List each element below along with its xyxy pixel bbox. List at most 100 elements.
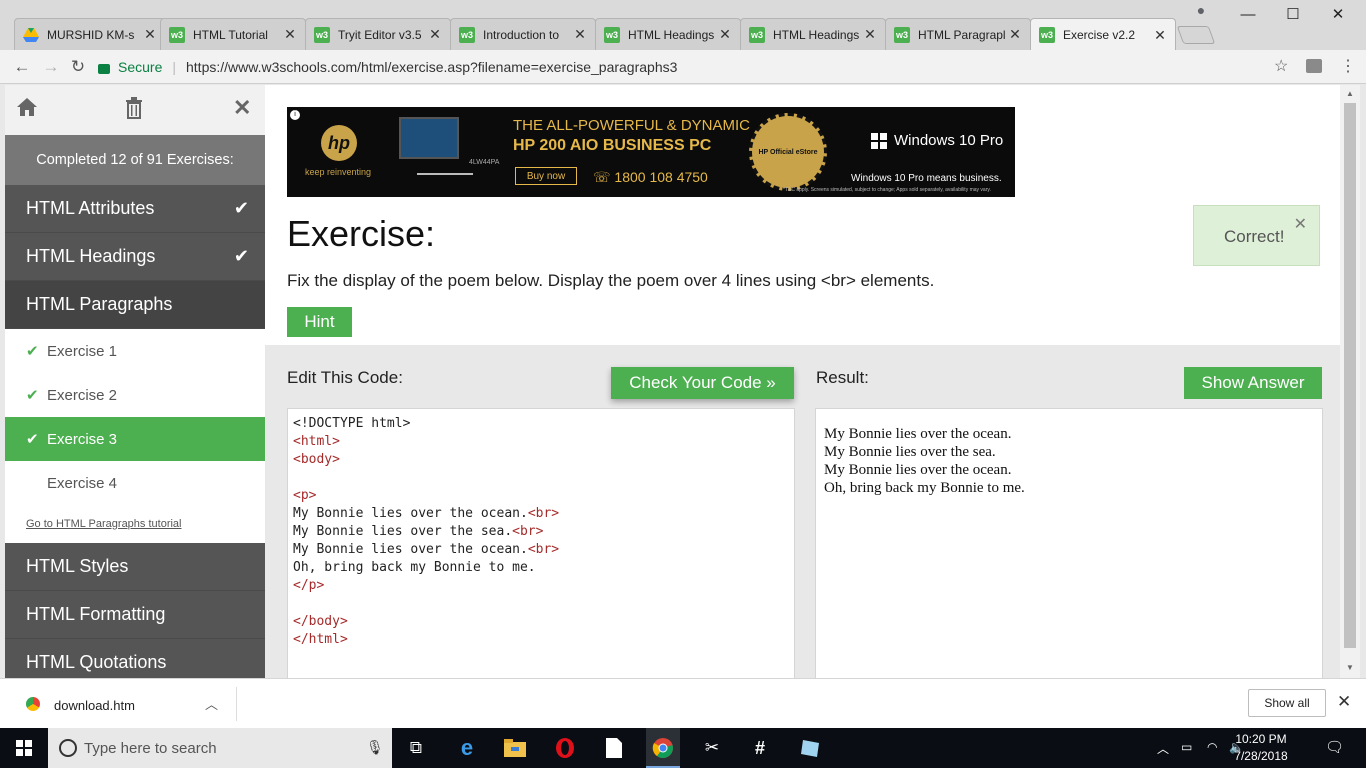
- url-text: https://www.w3schools.com/html/exercise.…: [186, 59, 678, 75]
- ad-choices-icon[interactable]: i: [290, 110, 300, 120]
- profile-icon[interactable]: ●: [1192, 2, 1210, 20]
- close-window-icon[interactable]: ✕: [1323, 4, 1353, 26]
- opera-icon[interactable]: [553, 736, 577, 760]
- sidebar-item-html-attributes[interactable]: HTML Attributes ✔: [5, 185, 265, 233]
- close-icon[interactable]: ✕: [428, 26, 442, 43]
- scrollbar-thumb[interactable]: [1344, 103, 1356, 648]
- exercise-item-1[interactable]: ✔ Exercise 1: [5, 329, 265, 373]
- wifi-icon[interactable]: ◠: [1207, 740, 1217, 754]
- taskbar-search[interactable]: Type here to search 🎙: [48, 728, 392, 768]
- sidebar-item-html-quotations[interactable]: HTML Quotations: [5, 639, 265, 678]
- code-line: My Bonnie lies over the ocean.<br>: [293, 542, 560, 557]
- close-icon[interactable]: ✕: [1153, 27, 1167, 44]
- document-icon[interactable]: [602, 736, 626, 760]
- task-view-icon[interactable]: ⧉: [404, 736, 428, 760]
- extension-icon[interactable]: [1306, 59, 1322, 73]
- lock-icon: [98, 64, 110, 74]
- close-icon[interactable]: ✕: [573, 26, 587, 43]
- file-explorer-icon[interactable]: [503, 736, 527, 760]
- exercise-instruction: Fix the display of the poem below. Displ…: [287, 271, 935, 290]
- sidebar-item-html-formatting[interactable]: HTML Formatting: [5, 591, 265, 639]
- sidebar-item-html-headings[interactable]: HTML Headings ✔: [5, 233, 265, 281]
- reload-icon[interactable]: ↻: [67, 56, 89, 78]
- browser-tab[interactable]: w3 Introduction to ✕: [450, 18, 596, 50]
- sidebar-item-html-styles[interactable]: HTML Styles: [5, 543, 265, 591]
- code-line: <p>: [293, 488, 317, 503]
- checkmark-icon: ✔: [26, 387, 39, 404]
- code-line: <!DOCTYPE html>: [293, 416, 411, 431]
- browser-tab[interactable]: w3 HTML Headings ✕: [595, 18, 741, 50]
- new-tab-button[interactable]: [1176, 26, 1216, 44]
- tutorial-link[interactable]: Go to HTML Paragraphs tutorial: [5, 505, 265, 543]
- sidebar-item-label: HTML Attributes: [26, 198, 155, 218]
- windows-taskbar: Type here to search 🎙 ⧉ e ✂ # ︿ ▭ ◠ 🔈 10…: [0, 728, 1366, 768]
- download-file-name[interactable]: download.htm: [54, 698, 135, 713]
- w3schools-icon: w3: [1039, 27, 1055, 43]
- trash-icon[interactable]: [125, 97, 143, 125]
- advertisement-banner[interactable]: i hp keep reinventing 4LW44PA THE ALL-PO…: [287, 107, 1015, 197]
- close-icon[interactable]: ✕: [1008, 26, 1022, 43]
- exercise-item-3[interactable]: ✔ Exercise 3: [5, 417, 265, 461]
- exercise-item-2[interactable]: ✔ Exercise 2: [5, 373, 265, 417]
- code-editor[interactable]: <!DOCTYPE html> <html> <body> <p> My Bon…: [287, 408, 795, 678]
- windows-start-icon[interactable]: [16, 740, 32, 756]
- clock-time: 10:20 PM: [1235, 732, 1287, 746]
- close-icon[interactable]: ✕: [143, 26, 157, 43]
- code-line: <body>: [293, 452, 340, 467]
- home-icon[interactable]: [16, 97, 38, 123]
- sidebar-item-label: HTML Paragraphs: [26, 294, 173, 314]
- browser-tab[interactable]: w3 Tryit Editor v3.5 ✕: [305, 18, 451, 50]
- w3schools-icon: w3: [459, 26, 475, 43]
- sidebar-item-html-paragraphs[interactable]: HTML Paragraphs: [5, 281, 265, 329]
- ad-buy-button[interactable]: Buy now: [515, 167, 577, 185]
- more-menu-icon[interactable]: ⋮: [1340, 56, 1356, 76]
- browser-tab[interactable]: MURSHID KM-s ✕: [14, 18, 166, 50]
- scroll-down-arrow-icon[interactable]: ▼: [1344, 663, 1356, 672]
- notification-icon[interactable]: 🗨: [1325, 738, 1344, 756]
- edge-icon[interactable]: e: [455, 735, 479, 760]
- br-tag: <br>: [527, 542, 560, 557]
- close-icon[interactable]: ✕: [233, 95, 251, 121]
- slack-icon[interactable]: #: [748, 736, 772, 760]
- show-answer-button[interactable]: Show Answer: [1184, 367, 1322, 399]
- check-code-button[interactable]: Check Your Code »: [611, 367, 794, 399]
- completed-counter: Completed 12 of 91 Exercises:: [5, 135, 265, 185]
- maximize-icon[interactable]: ☐: [1278, 4, 1308, 26]
- show-all-button[interactable]: Show all: [1248, 689, 1326, 717]
- microphone-icon[interactable]: 🎙: [366, 739, 384, 756]
- browser-tab-active[interactable]: w3 Exercise v2.2 ✕: [1030, 18, 1176, 51]
- ad-headline: THE ALL-POWERFUL & DYNAMIC: [513, 117, 750, 134]
- address-bar[interactable]: Secure | https://www.w3schools.com/html/…: [98, 54, 1298, 80]
- ad-phone: ☏ 1800 108 4750: [593, 169, 708, 185]
- sidebar-item-label: HTML Formatting: [26, 604, 166, 624]
- battery-icon[interactable]: ▭: [1181, 740, 1192, 754]
- chevron-up-icon[interactable]: ︿: [205, 694, 218, 713]
- browser-tab[interactable]: w3 HTML Headings ✕: [740, 18, 886, 50]
- minimize-icon[interactable]: —: [1233, 4, 1263, 26]
- chrome-icon[interactable]: [651, 736, 675, 760]
- tab-title: HTML Headings: [773, 27, 860, 42]
- close-icon[interactable]: ✕: [718, 26, 732, 43]
- browser-tab[interactable]: w3 HTML Tutorial ✕: [160, 18, 306, 50]
- keyboard-image: [417, 161, 473, 175]
- exercise-main: i hp keep reinventing 4LW44PA THE ALL-PO…: [265, 85, 1343, 678]
- close-icon[interactable]: ✕: [283, 26, 297, 43]
- result-line: My Bonnie lies over the ocean.: [824, 462, 1012, 478]
- ad-fine-print: *T&C apply. Screens simulated, subject t…: [783, 187, 991, 193]
- scroll-up-arrow-icon[interactable]: ▲: [1344, 89, 1356, 98]
- hint-button[interactable]: Hint: [287, 307, 352, 337]
- chevron-up-icon[interactable]: ︿: [1157, 740, 1169, 757]
- browser-tab[interactable]: w3 HTML Paragrapl ✕: [885, 18, 1031, 50]
- forward-arrow-icon[interactable]: →: [40, 56, 62, 78]
- close-icon[interactable]: ✕: [863, 26, 877, 43]
- close-icon[interactable]: ✕: [1294, 214, 1307, 234]
- snipping-tool-icon[interactable]: ✂: [700, 736, 724, 760]
- secure-label: Secure: [118, 59, 163, 75]
- close-icon[interactable]: ✕: [1337, 692, 1351, 712]
- back-arrow-icon[interactable]: ←: [11, 56, 33, 78]
- exercise-item-4[interactable]: Exercise 4: [5, 461, 265, 505]
- tab-title: Introduction to: [483, 27, 560, 42]
- taskbar-clock[interactable]: 10:20 PM 7/28/2018: [1228, 731, 1294, 765]
- app-icon[interactable]: [798, 736, 822, 760]
- bookmark-star-icon[interactable]: ☆: [1274, 56, 1288, 76]
